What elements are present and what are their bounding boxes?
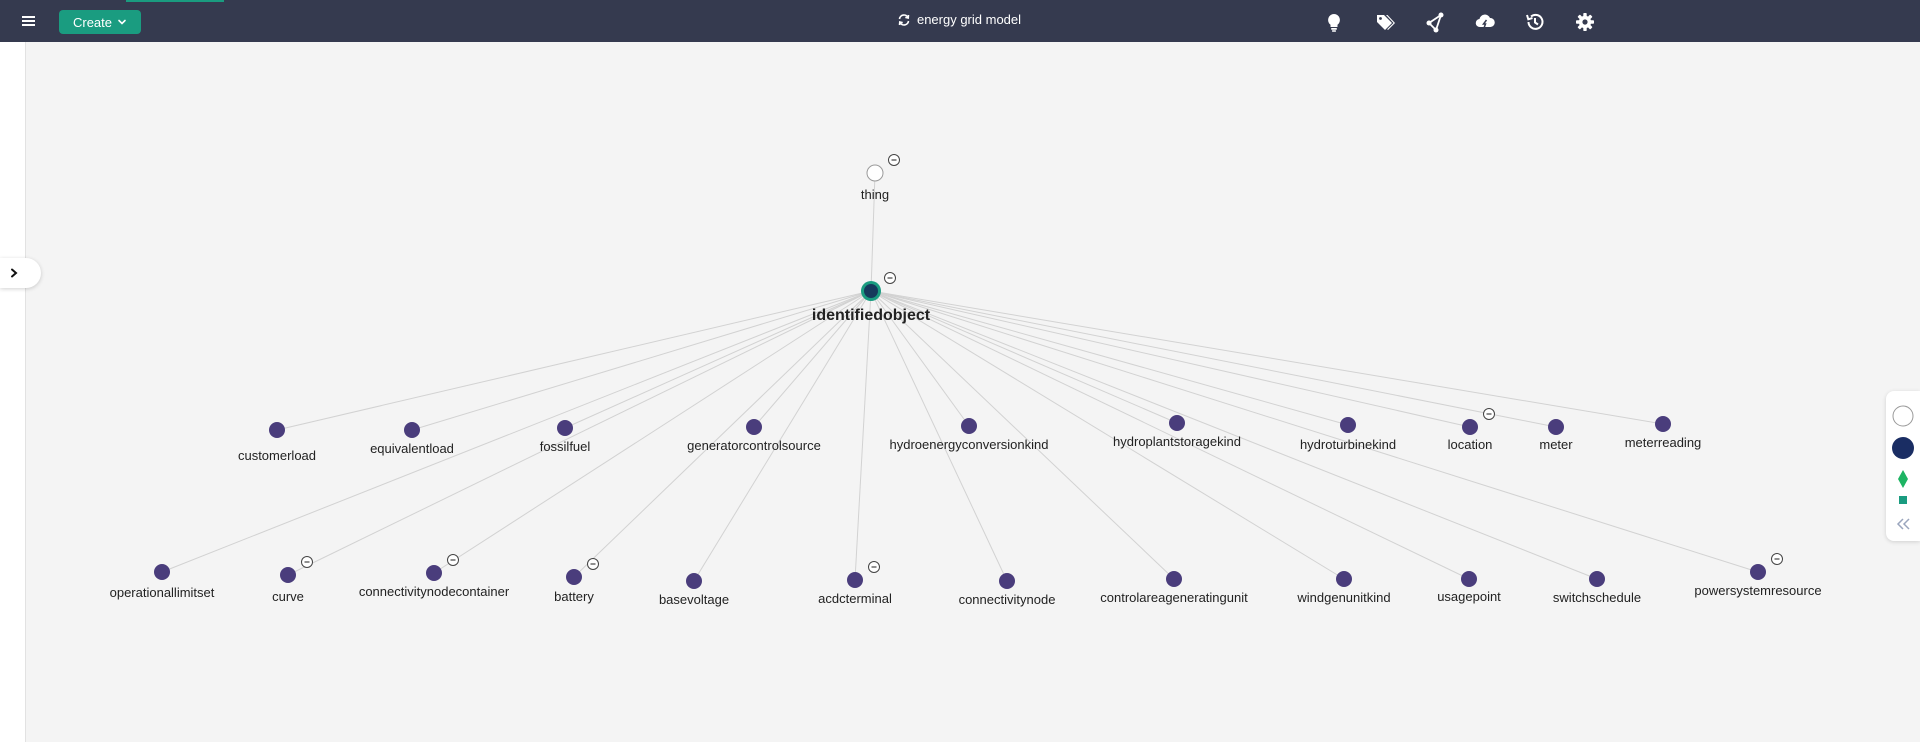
node-meter[interactable]: meter: [1539, 419, 1573, 452]
node-label: meter: [1539, 437, 1573, 452]
node-circle[interactable]: [1340, 417, 1356, 433]
edge-identifiedobject-powersystemresource: [870, 290, 1759, 573]
node-label: operationallimitset: [110, 585, 215, 600]
node-operationallimitset[interactable]: operationallimitset: [110, 564, 215, 600]
node-equivalentload[interactable]: equivalentload: [370, 422, 454, 456]
collapse-toggle-acdcterminal[interactable]: [868, 561, 880, 573]
node-circle[interactable]: [961, 418, 977, 434]
node-basevoltage[interactable]: basevoltage: [659, 573, 729, 607]
graph-edges: [161, 172, 1759, 582]
collapse-toggle-powersystemresource[interactable]: [1771, 553, 1783, 565]
chevron-right-icon: [11, 268, 18, 278]
node-label: windgenunitkind: [1296, 590, 1390, 605]
node-label: customerload: [238, 448, 316, 463]
node-label: acdcterminal: [818, 591, 892, 606]
edge-identifiedobject-windgenunitkind: [870, 290, 1345, 580]
edge-identifiedobject-curve: [287, 290, 872, 576]
node-connectivitynode[interactable]: connectivitynode: [959, 573, 1056, 607]
collapse-double-chevron-icon[interactable]: [1886, 517, 1920, 531]
node-label: meterreading: [1625, 435, 1702, 450]
node-circle[interactable]: [557, 420, 573, 436]
node-controlareageneratingunit[interactable]: controlareageneratingunit: [1100, 571, 1248, 605]
node-circle[interactable]: [686, 573, 702, 589]
node-hydroturbinekind[interactable]: hydroturbinekind: [1300, 417, 1396, 452]
node-fossilfuel[interactable]: fossilfuel: [540, 420, 591, 454]
edge-identifiedobject-acdcterminal: [854, 290, 872, 581]
node-windgenunitkind[interactable]: windgenunitkind: [1296, 571, 1391, 605]
collapse-toggle-curve[interactable]: [301, 556, 313, 568]
node-circle[interactable]: [1166, 571, 1182, 587]
diamond-icon[interactable]: [1886, 470, 1920, 488]
node-circle[interactable]: [864, 284, 878, 298]
node-hydroplantstoragekind[interactable]: hydroplantstoragekind: [1113, 415, 1241, 449]
edge-identifiedobject-operationallimitset: [161, 290, 872, 573]
collapse-toggle-battery[interactable]: [587, 558, 599, 570]
node-switchschedule[interactable]: switchschedule: [1553, 571, 1641, 605]
node-circle[interactable]: [1589, 571, 1605, 587]
node-label: connectivitynode: [959, 592, 1056, 607]
node-customerload[interactable]: customerload: [238, 422, 316, 463]
square-icon[interactable]: [1886, 496, 1920, 504]
node-powersystemresource[interactable]: powersystemresource: [1694, 564, 1822, 598]
node-label: usagepoint: [1437, 589, 1501, 604]
node-label: controlareageneratingunit: [1100, 590, 1248, 605]
node-circle[interactable]: [566, 569, 582, 585]
collapse-toggle-identifiedobject[interactable]: [884, 272, 896, 284]
edge-identifiedobject-connectivitynodecontainer: [433, 290, 872, 574]
node-label: switchschedule: [1553, 590, 1641, 605]
edge-identifiedobject-connectivitynode: [870, 290, 1008, 582]
sidebar-expand-button[interactable]: [0, 258, 41, 288]
node-generatorcontrolsource[interactable]: generatorcontrolsource: [687, 419, 821, 453]
class-filled-circle-icon[interactable]: [1886, 436, 1920, 460]
node-circle[interactable]: [1548, 419, 1564, 435]
collapse-toggle-thing[interactable]: [888, 154, 900, 166]
node-battery[interactable]: battery: [554, 569, 594, 604]
node-circle[interactable]: [1655, 416, 1671, 432]
node-circle[interactable]: [866, 164, 884, 182]
node-usagepoint[interactable]: usagepoint: [1437, 571, 1501, 604]
edge-identifiedobject-meter: [870, 290, 1557, 428]
node-circle[interactable]: [746, 419, 762, 435]
node-connectivitynodecontainer[interactable]: connectivitynodecontainer: [359, 565, 510, 599]
edge-identifiedobject-location: [870, 290, 1471, 428]
node-label: identifiedobject: [812, 307, 931, 324]
edge-identifiedobject-hydroturbinekind: [870, 290, 1349, 426]
legend-panel: [1886, 391, 1920, 541]
node-circle[interactable]: [1461, 571, 1477, 587]
node-circle[interactable]: [1336, 571, 1352, 587]
node-acdcterminal[interactable]: acdcterminal: [818, 572, 892, 606]
node-hydroenergyconversionkind[interactable]: hydroenergyconversionkind: [890, 418, 1049, 452]
node-label: equivalentload: [370, 441, 454, 456]
node-label: hydroenergyconversionkind: [890, 437, 1049, 452]
node-circle[interactable]: [1169, 415, 1185, 431]
node-circle[interactable]: [280, 567, 296, 583]
edge-identifiedobject-equivalentload: [411, 290, 872, 431]
node-label: hydroturbinekind: [1300, 437, 1396, 452]
node-circle[interactable]: [847, 572, 863, 588]
node-circle[interactable]: [154, 564, 170, 580]
node-circle[interactable]: [1750, 564, 1766, 580]
node-curve[interactable]: curve: [272, 567, 304, 604]
collapse-toggle-location[interactable]: [1483, 408, 1495, 420]
node-label: curve: [272, 589, 304, 604]
node-meterreading[interactable]: meterreading: [1625, 416, 1702, 450]
collapse-toggle-connectivitynodecontainer[interactable]: [447, 554, 459, 566]
node-circle[interactable]: [404, 422, 420, 438]
node-circle[interactable]: [426, 565, 442, 581]
left-sidebar: [0, 42, 26, 742]
node-label: location: [1448, 437, 1493, 452]
node-label: connectivitynodecontainer: [359, 584, 510, 599]
node-label: hydroplantstoragekind: [1113, 434, 1241, 449]
node-circle[interactable]: [999, 573, 1015, 589]
graph-canvas[interactable]: thing identifiedobject customerload equival…: [0, 0, 1920, 742]
node-label: fossilfuel: [540, 439, 591, 454]
node-label: thing: [861, 187, 889, 202]
node-label: generatorcontrolsource: [687, 438, 821, 453]
node-label: powersystemresource: [1694, 583, 1821, 598]
class-outline-circle-icon[interactable]: [1886, 405, 1920, 427]
node-circle[interactable]: [1462, 419, 1478, 435]
node-circle[interactable]: [269, 422, 285, 438]
node-label: basevoltage: [659, 592, 729, 607]
node-label: battery: [554, 589, 594, 604]
